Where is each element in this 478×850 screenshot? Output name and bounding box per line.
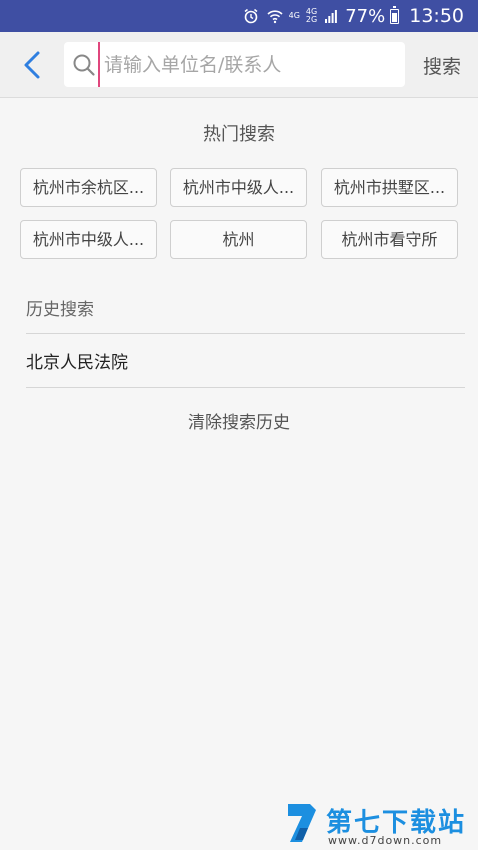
- hot-tag[interactable]: 杭州市中级人...: [170, 168, 307, 207]
- hot-tag[interactable]: 杭州市拱墅区...: [321, 168, 458, 207]
- history-item[interactable]: 北京人民法院: [26, 348, 465, 376]
- search-header: 搜索: [0, 32, 478, 98]
- network-4g-label: 4G: [288, 11, 300, 20]
- search-button[interactable]: 搜索: [414, 46, 470, 84]
- search-box[interactable]: [64, 42, 405, 87]
- hot-search-title: 热门搜索: [203, 124, 275, 145]
- hot-tag[interactable]: 杭州市看守所: [321, 220, 458, 259]
- network-bottom-label: 2G: [305, 15, 318, 24]
- back-arrow-icon: [24, 51, 40, 79]
- history-title: 历史搜索: [26, 300, 94, 320]
- wifi-icon: [267, 8, 283, 24]
- status-bar: 4G 4G 2G 77% 13:50: [0, 0, 478, 32]
- watermark-url: www.d7down.com: [328, 834, 443, 847]
- back-button[interactable]: [16, 48, 48, 82]
- watermark-logo-icon: [288, 804, 316, 842]
- search-input[interactable]: [98, 42, 400, 87]
- history-divider-top: [26, 333, 465, 334]
- clear-history-button[interactable]: 清除搜索历史: [0, 408, 478, 433]
- battery-icon: [390, 5, 400, 24]
- battery-percent: 77%: [345, 5, 386, 27]
- signal-icon: [325, 9, 338, 23]
- history-divider-bottom: [26, 387, 465, 388]
- hot-tag[interactable]: 杭州市余杭区...: [20, 168, 157, 207]
- hot-tag[interactable]: 杭州: [170, 220, 307, 259]
- clock: 13:50: [409, 5, 464, 27]
- alarm-icon: [243, 8, 259, 24]
- search-icon: [72, 53, 96, 81]
- network-type: 4G 2G: [306, 8, 317, 24]
- hot-tag[interactable]: 杭州市中级人...: [20, 220, 157, 259]
- watermark: 第七下载站 www.d7down.com: [282, 798, 474, 848]
